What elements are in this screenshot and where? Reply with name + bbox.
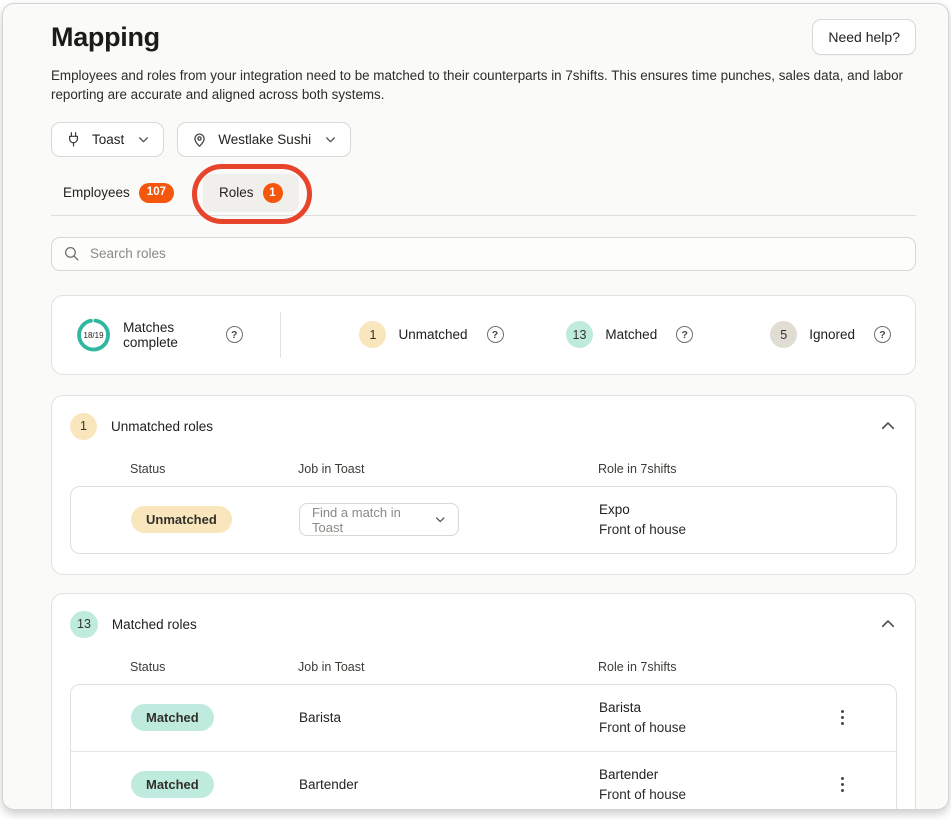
unmatched-roles-section: 1 Unmatched roles Status Job in Toast Ro… <box>51 395 916 575</box>
role-cell: Bartender Front of house <box>599 767 832 802</box>
find-match-placeholder: Find a match in Toast <box>312 505 431 535</box>
progress-donut-chart: 18/19 <box>76 312 111 358</box>
matched-roles-section: 13 Matched roles Status Job in Toast Rol… <box>51 593 916 810</box>
role-cell: Barista Front of house <box>599 700 832 735</box>
table-header-row: Status Job in Toast Role in 7shifts <box>70 660 897 684</box>
chevron-down-icon <box>137 133 150 146</box>
match-summary-card: 18/19 Matches complete ? 1 Unmatched ? 1… <box>51 295 916 375</box>
chevron-up-icon[interactable] <box>879 615 897 633</box>
table-header-row: Status Job in Toast Role in 7shifts <box>70 462 897 486</box>
ignored-stat: 5 Ignored ? <box>770 321 891 348</box>
matched-section-title: Matched roles <box>112 617 197 632</box>
matches-complete-stat: 18/19 Matches complete ? <box>76 312 243 358</box>
chevron-down-icon <box>324 133 337 146</box>
status-badge: Matched <box>131 771 214 798</box>
need-help-button[interactable]: Need help? <box>812 19 916 55</box>
page-header: Mapping Need help? <box>51 19 916 55</box>
column-role-in-7shifts: Role in 7shifts <box>598 660 833 674</box>
help-icon[interactable]: ? <box>676 326 693 343</box>
ignored-count-badge: 5 <box>770 321 797 348</box>
search-box <box>51 237 916 271</box>
unmatched-section-title: Unmatched roles <box>111 419 213 434</box>
location-filter-label: Westlake Sushi <box>218 132 311 147</box>
table-row: Unmatched Find a match in Toast Expo Fro… <box>71 487 896 553</box>
kebab-menu-icon[interactable] <box>832 707 852 729</box>
table-row: Matched Bartender Bartender Front of hou… <box>71 751 896 810</box>
tab-bar: Employees 107 Roles 1 <box>51 174 916 216</box>
roles-count-badge: 1 <box>263 183 283 203</box>
integration-filter-dropdown[interactable]: Toast <box>51 122 164 157</box>
unmatched-section-header: 1 Unmatched roles <box>70 413 897 440</box>
job-name: Bartender <box>299 777 599 792</box>
chevron-down-icon <box>434 513 446 526</box>
help-icon[interactable]: ? <box>874 326 891 343</box>
role-name: Barista <box>599 700 832 715</box>
help-icon[interactable]: ? <box>226 326 243 343</box>
location-filter-dropdown[interactable]: Westlake Sushi <box>177 122 351 157</box>
help-icon[interactable]: ? <box>487 326 504 343</box>
job-name: Barista <box>299 710 599 725</box>
column-role-in-7shifts: Role in 7shifts <box>598 462 833 476</box>
kebab-menu-icon[interactable] <box>832 773 852 795</box>
ignored-stat-label: Ignored <box>809 327 855 342</box>
tab-employees-label: Employees <box>63 185 130 200</box>
matched-stat-label: Matched <box>605 327 657 342</box>
tab-roles-label: Roles <box>219 185 254 200</box>
employees-count-badge: 107 <box>139 183 174 203</box>
unmatched-roles-table: Unmatched Find a match in Toast Expo Fro… <box>70 486 897 554</box>
status-badge: Matched <box>131 704 214 731</box>
unmatched-stat: 1 Unmatched ? <box>359 321 503 348</box>
column-job-in-toast: Job in Toast <box>298 462 598 476</box>
status-badge: Unmatched <box>131 506 232 533</box>
matched-section-count-badge: 13 <box>70 611 98 638</box>
matches-complete-label: Matches complete <box>123 320 207 350</box>
integration-filter-label: Toast <box>92 132 124 147</box>
tab-roles-wrapper: Roles 1 <box>203 174 299 212</box>
divider <box>280 312 281 358</box>
unmatched-section-count-badge: 1 <box>70 413 97 440</box>
role-name: Bartender <box>599 767 832 782</box>
role-department: Front of house <box>599 522 832 537</box>
matched-count-badge: 13 <box>566 321 594 348</box>
role-department: Front of house <box>599 787 832 802</box>
column-status: Status <box>130 462 298 476</box>
tab-employees[interactable]: Employees 107 <box>51 174 186 212</box>
progress-value: 18/19 <box>84 331 105 340</box>
filter-bar: Toast Westlake Sushi <box>51 122 916 157</box>
role-name: Expo <box>599 502 832 517</box>
plug-icon <box>65 131 82 148</box>
role-cell: Expo Front of house <box>599 502 832 537</box>
table-row: Matched Barista Barista Front of house <box>71 685 896 751</box>
unmatched-stat-label: Unmatched <box>398 327 467 342</box>
page-content: Mapping Need help? Employees and roles f… <box>3 4 948 810</box>
find-match-select[interactable]: Find a match in Toast <box>299 503 459 536</box>
column-status: Status <box>130 660 298 674</box>
column-job-in-toast: Job in Toast <box>298 660 598 674</box>
search-icon <box>63 245 80 262</box>
page-description: Employees and roles from your integratio… <box>51 66 916 105</box>
matched-roles-table: Matched Barista Barista Front of house M… <box>70 684 897 810</box>
matched-section-header: 13 Matched roles <box>70 611 897 638</box>
role-department: Front of house <box>599 720 832 735</box>
matched-stat: 13 Matched ? <box>566 321 694 348</box>
tab-roles[interactable]: Roles 1 <box>203 174 299 212</box>
page-title: Mapping <box>51 19 160 53</box>
unmatched-count-badge: 1 <box>359 321 386 348</box>
chevron-up-icon[interactable] <box>879 417 897 435</box>
search-input[interactable] <box>90 246 904 261</box>
location-pin-icon <box>191 131 208 148</box>
app-window: Mapping Need help? Employees and roles f… <box>2 3 949 810</box>
